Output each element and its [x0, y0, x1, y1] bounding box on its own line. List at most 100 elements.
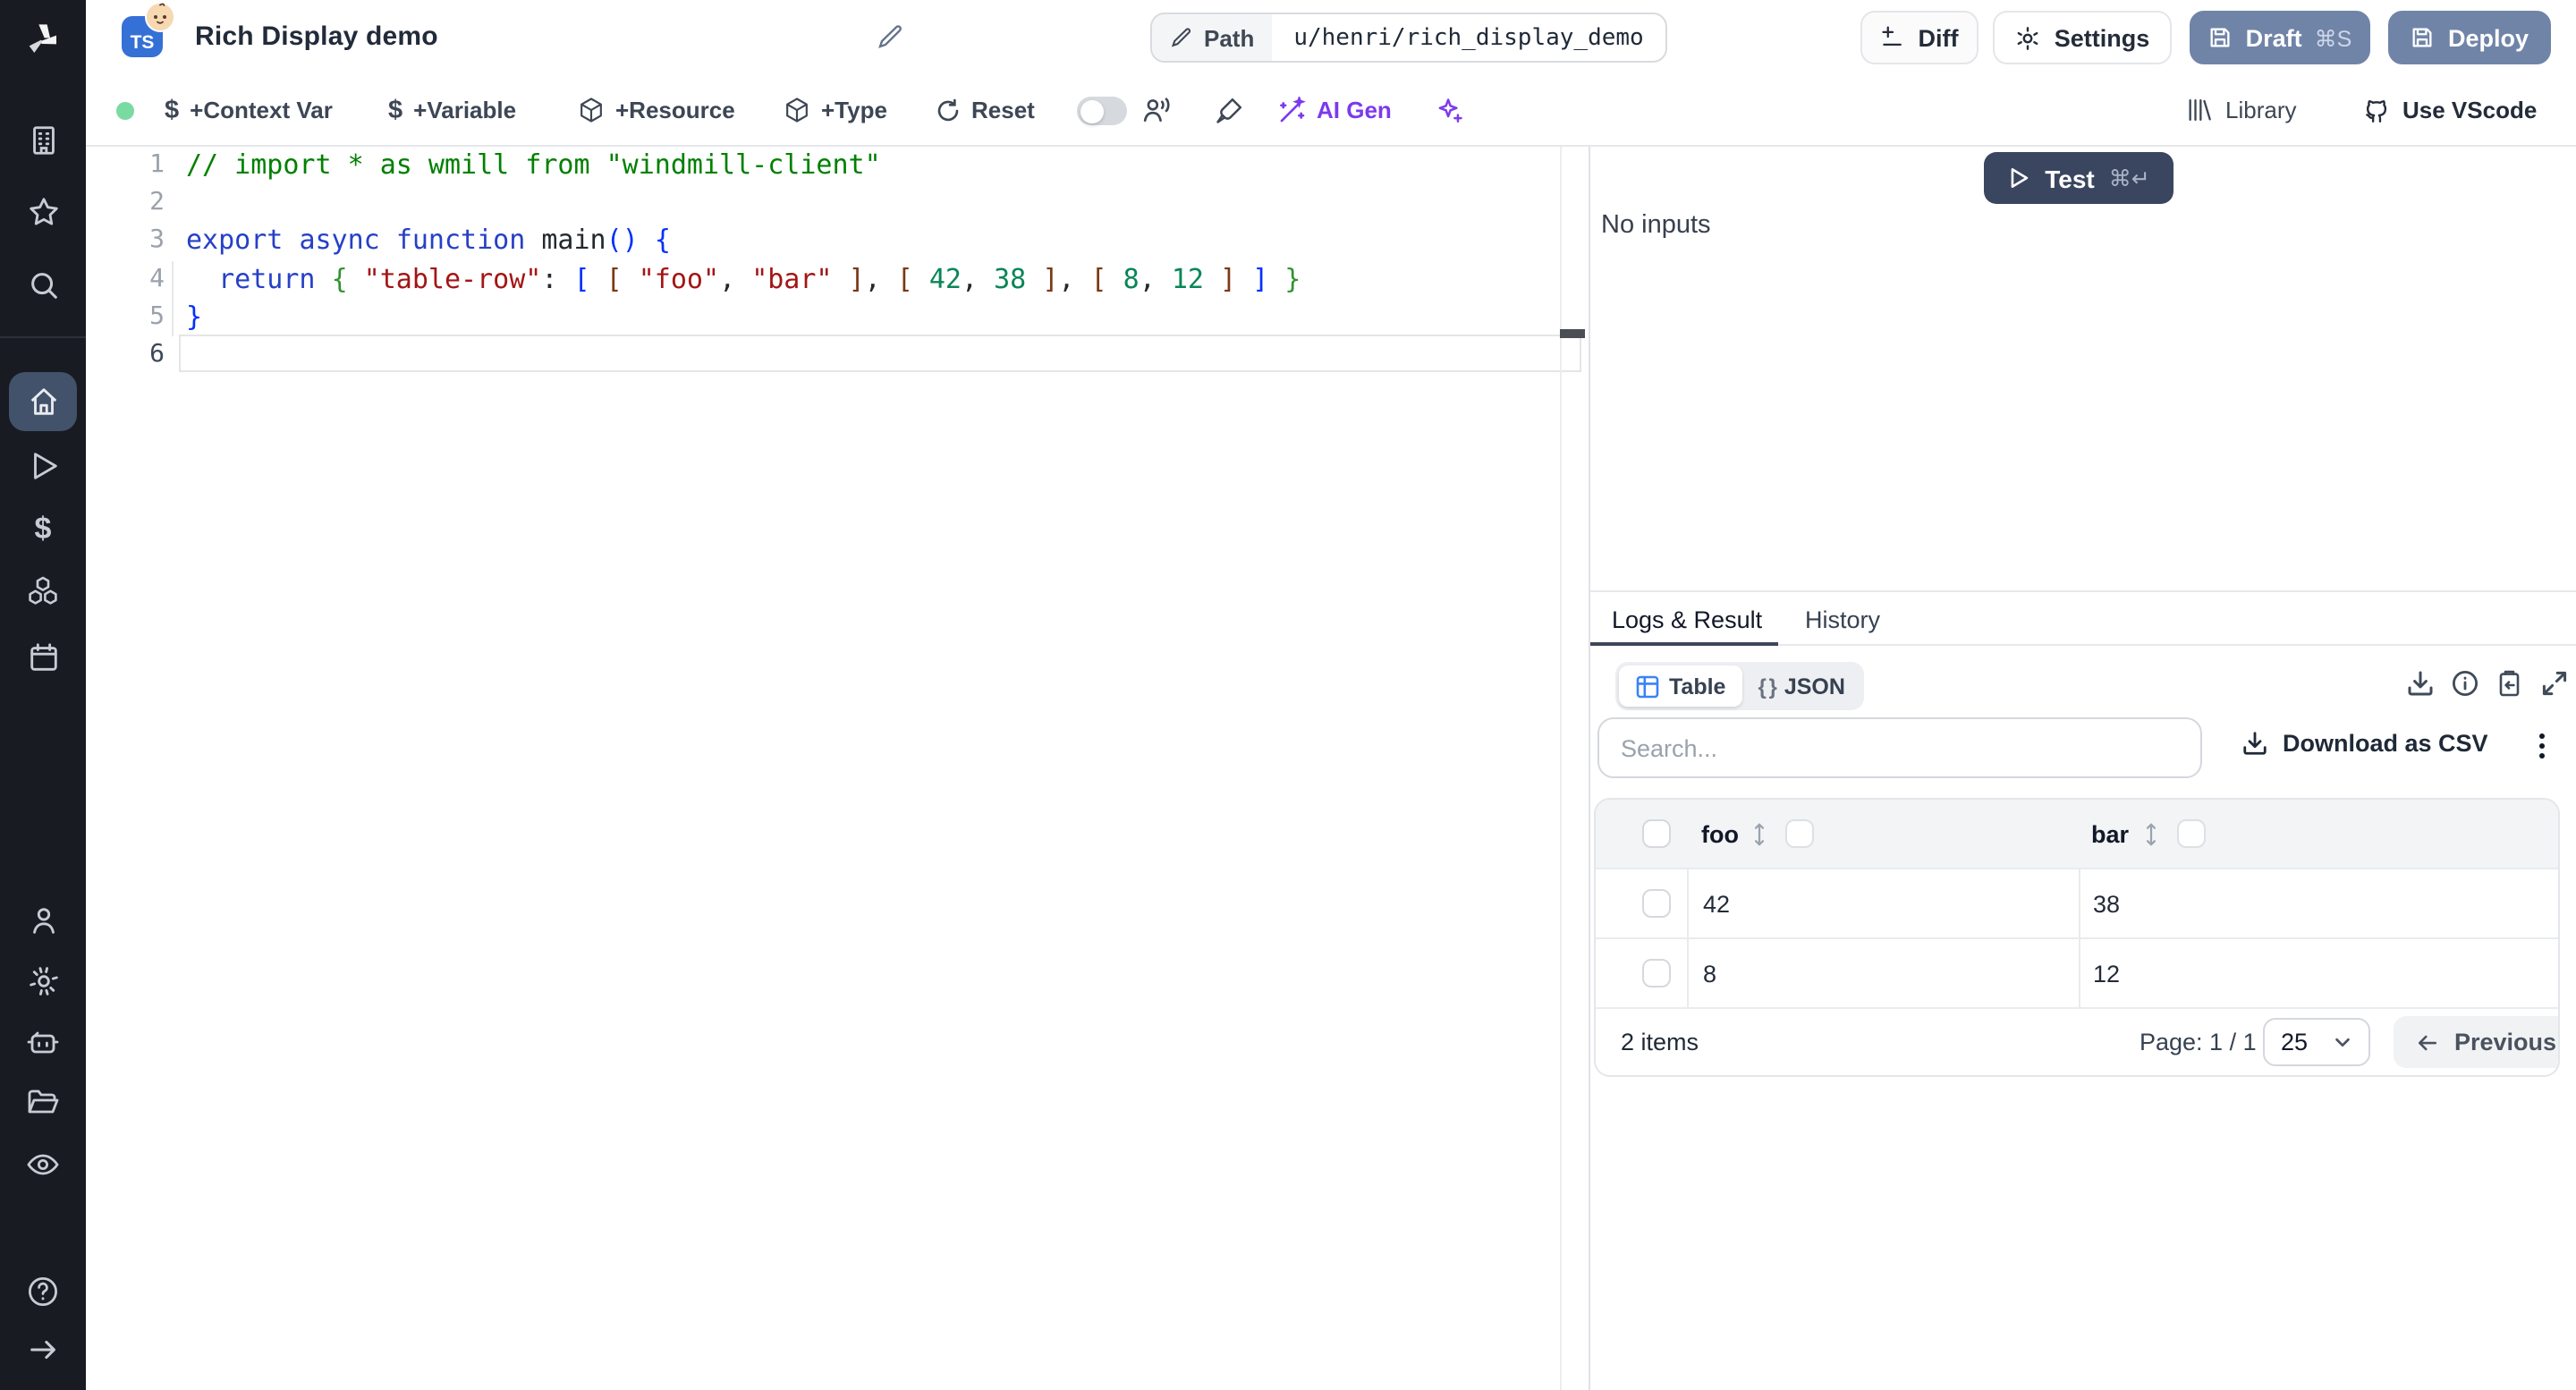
search-input[interactable]: Search...	[1597, 717, 2202, 778]
sidebar-item-variables-dollar-icon[interactable]: $	[25, 512, 61, 547]
line-number: 5	[149, 301, 165, 331]
braces-icon: { }	[1758, 674, 1776, 699]
multiplayer-button[interactable]	[1141, 75, 1172, 145]
row-checkbox[interactable]	[1642, 959, 1671, 987]
code-line[interactable]: // import * as wmill from "windmill-clie…	[186, 147, 1560, 184]
sidebar-divider	[0, 336, 86, 338]
sparkles-button[interactable]	[1435, 75, 1463, 145]
row-checkbox[interactable]	[1642, 889, 1671, 918]
tab-logs-result[interactable]: Logs & Result	[1612, 592, 1762, 646]
table-body: 42 38 8 12	[1596, 868, 2558, 1007]
ai-gen-button[interactable]: AI Gen	[1277, 75, 1392, 145]
select-all-checkbox[interactable]	[1642, 819, 1671, 848]
table-row[interactable]: 8 12	[1596, 937, 2558, 1007]
table-header-row: foo bar	[1596, 800, 2558, 868]
sidebar-item-folders-icon[interactable]	[25, 1084, 61, 1120]
sidebar-item-resources-cubes-icon[interactable]	[25, 574, 61, 610]
run-panel: Test ⌘↵ No inputs Logs & Result History …	[1589, 147, 2576, 1390]
path-value[interactable]: u/henri/rich_display_demo	[1272, 14, 1665, 61]
sidebar-item-settings-gear-icon[interactable]	[25, 962, 61, 998]
line-number-gutter: 1 2 3 4 5 6	[86, 147, 165, 374]
path-field[interactable]: Path u/henri/rich_display_demo	[1150, 13, 1667, 63]
clipboard-copy-icon[interactable]	[2496, 669, 2524, 698]
sidebar-item-workers-robot-icon[interactable]	[25, 1025, 61, 1061]
pin-column-checkbox[interactable]	[2177, 819, 2206, 848]
column-divider	[2079, 939, 2080, 1007]
code-line[interactable]	[186, 184, 1560, 222]
add-context-var-button[interactable]: $ +Context Var	[165, 75, 333, 145]
reset-icon	[937, 97, 959, 121]
toggle-knob	[1080, 99, 1103, 123]
save-icon	[2211, 28, 2231, 47]
code-line[interactable]: }	[186, 299, 1560, 336]
view-toggle-json[interactable]: { } JSON	[1741, 665, 1860, 707]
previous-page-button[interactable]: Previous	[2394, 1016, 2558, 1068]
pencil-icon	[1171, 27, 1191, 47]
windmill-script-editor: $ TS Rich Display demo Path u/henri/rich…	[0, 0, 2576, 1390]
sort-icon[interactable]	[2141, 821, 2161, 848]
sort-icon[interactable]	[1750, 821, 1769, 848]
sidebar-item-home[interactable]	[9, 372, 77, 431]
plus-minus-icon	[1882, 26, 1902, 47]
sidebar-item-schedules-calendar-icon[interactable]	[25, 639, 61, 674]
path-label: Path	[1204, 24, 1255, 51]
code-line[interactable]: return { "table-row": [ [ "foo", "bar" ]…	[186, 260, 1560, 298]
table-menu-kebab-icon[interactable]	[2528, 728, 2560, 764]
deploy-button[interactable]: Deploy	[2388, 11, 2551, 64]
settings-button[interactable]: Settings	[1993, 11, 2172, 64]
sidebar-item-users-icon[interactable]	[25, 902, 61, 937]
active-tab-underline	[1590, 641, 1778, 646]
use-vscode-button[interactable]: Use VScode	[2360, 75, 2537, 145]
main-area: TS Rich Display demo Path u/henri/rich_d…	[86, 0, 2576, 1390]
sidebar-item-runs-play-icon[interactable]	[25, 447, 61, 483]
code-line[interactable]	[186, 336, 1560, 374]
sidebar: $	[0, 0, 86, 1390]
toggle-off[interactable]	[1077, 97, 1127, 125]
reset-button[interactable]: Reset	[936, 75, 1035, 145]
test-shortcut: ⌘↵	[2108, 166, 2150, 191]
path-label-section: Path	[1152, 14, 1273, 61]
edit-title-pencil-icon[interactable]	[877, 23, 905, 52]
column-divider	[2079, 869, 2080, 937]
code-content[interactable]: // import * as wmill from "windmill-clie…	[186, 147, 1560, 374]
download-csv-button[interactable]: Download as CSV	[2241, 730, 2488, 757]
add-variable-button[interactable]: $ +Variable	[388, 75, 516, 145]
table-row[interactable]: 42 38	[1596, 868, 2558, 937]
play-icon	[2011, 168, 2029, 188]
arrow-left-icon	[2418, 1034, 2437, 1050]
expand-icon[interactable]	[2540, 669, 2569, 698]
draft-shortcut: ⌘S	[2314, 26, 2352, 51]
chevron-down-icon	[2335, 1038, 2350, 1047]
pin-column-checkbox[interactable]	[1785, 819, 1814, 848]
diff-button[interactable]: Diff	[1860, 11, 1979, 64]
test-button[interactable]: Test ⌘↵	[1984, 152, 2174, 204]
column-header-foo[interactable]: foo	[1701, 820, 1739, 847]
windmill-logo[interactable]	[25, 21, 61, 57]
sidebar-item-audit-eye-icon[interactable]	[25, 1147, 61, 1182]
favorites-star-icon[interactable]	[25, 193, 61, 229]
magic-wand-icon	[1280, 96, 1306, 122]
help-icon[interactable]	[25, 1274, 61, 1309]
cell-bar: 12	[2093, 960, 2121, 987]
workspace-building-icon[interactable]	[25, 122, 61, 157]
collapse-arrow-right-icon[interactable]	[25, 1331, 61, 1367]
multiplayer-icon	[1143, 97, 1170, 123]
page-size-select[interactable]: 25	[2263, 1018, 2370, 1066]
column-header-bar[interactable]: bar	[2091, 820, 2129, 847]
format-button[interactable]	[1215, 75, 1243, 145]
library-icon	[2189, 99, 2211, 121]
dollar-icon: $	[165, 96, 180, 124]
cell-foo: 8	[1703, 960, 1717, 987]
info-icon[interactable]	[2451, 669, 2479, 698]
library-button[interactable]: Library	[2186, 75, 2297, 145]
save-draft-button[interactable]: Draft ⌘S	[2190, 11, 2370, 64]
code-line[interactable]: export async function main() {	[186, 223, 1560, 260]
download-icon[interactable]	[2406, 669, 2435, 698]
tab-history[interactable]: History	[1805, 592, 1880, 646]
add-type-button[interactable]: +Type	[784, 75, 887, 145]
view-toggle-table[interactable]: Table	[1619, 665, 1742, 707]
gear-icon	[2018, 26, 2039, 49]
add-resource-button[interactable]: +Resource	[578, 75, 735, 145]
search-icon[interactable]	[25, 267, 61, 302]
code-editor[interactable]: 1 2 3 4 5 6 // import * as wmill from "windmi…	[86, 147, 1589, 1390]
